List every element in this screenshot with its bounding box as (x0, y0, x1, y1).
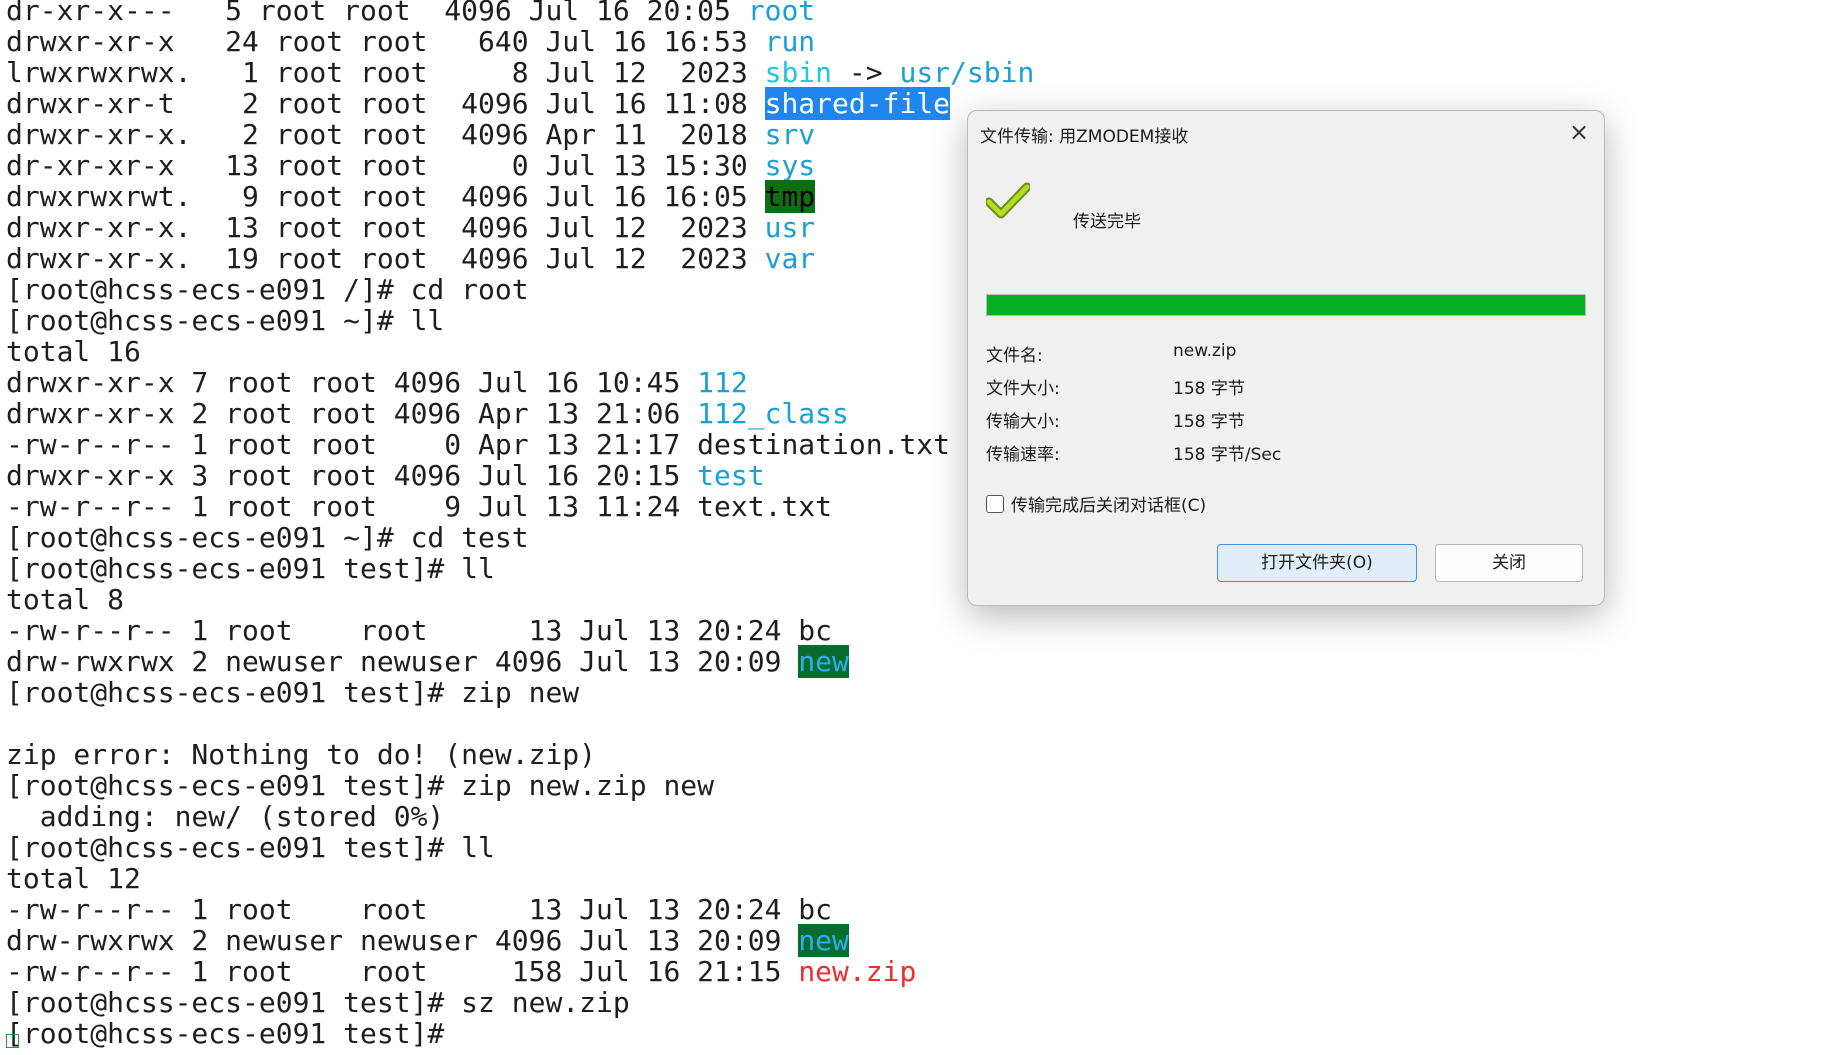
transfer-size-label: 传输大小: (986, 412, 1060, 432)
terminal-entry-name: new (798, 645, 849, 678)
dialog-titlebar[interactable]: 文件传输: 用ZMODEM接收 × (968, 111, 1604, 153)
terminal-text: [root@hcss-ecs-e091 test]# (6, 1017, 445, 1050)
terminal-text: [root@hcss-ecs-e091 test]# ll (6, 831, 495, 864)
file-name-value: new.zip (1173, 341, 1237, 361)
terminal-line: adding: new/ (stored 0%) (6, 801, 1839, 832)
checkmark-icon (986, 182, 1030, 219)
terminal-cursor (6, 1034, 19, 1048)
auto-close-checkbox[interactable] (986, 494, 1004, 513)
file-size-label: 文件大小: (986, 379, 1060, 399)
terminal-line: dr-xr-x--- 5 root root 4096 Jul 16 20:05… (6, 0, 1839, 26)
terminal-text: -> (832, 56, 900, 89)
terminal-line: total 12 (6, 863, 1839, 894)
terminal-text: -rw-r--r-- 1 root root 158 Jul 16 21:15 (6, 955, 799, 988)
terminal-text: [root@hcss-ecs-e091 test]# zip new.zip n… (6, 769, 715, 802)
terminal-entry-name: var (764, 242, 816, 275)
terminal-text: dr-xr-x--- 5 root root 4096 Jul 16 20:05 (6, 0, 748, 27)
terminal-text: adding: new/ (stored 0%) (6, 800, 445, 833)
terminal-text: [root@hcss-ecs-e091 test]# ll (6, 552, 495, 585)
terminal-entry-name: new.zip (798, 955, 917, 988)
terminal-line: drw-rwxrwx 2 newuser newuser 4096 Jul 13… (6, 924, 1839, 957)
terminal-text: lrwxrwxrwx. 1 root root 8 Jul 12 2023 (6, 56, 765, 89)
transfer-rate-label: 传输速率: (986, 445, 1060, 465)
terminal-text: drwxr-xr-x. 19 root root 4096 Jul 12 202… (6, 242, 765, 275)
terminal-text: drwxr-xr-x. 2 root root 4096 Apr 11 2018 (6, 118, 765, 151)
terminal-text: drwxr-xr-x 24 root root 640 Jul 16 16:53 (6, 25, 765, 58)
terminal-text: -rw-r--r-- 1 root root 13 Jul 13 20:24 b… (6, 614, 833, 647)
terminal-text: drwxr-xr-x. 13 root root 4096 Jul 12 202… (6, 211, 765, 244)
terminal-text: drw-rwxrwx 2 newuser newuser 4096 Jul 13… (6, 645, 799, 678)
terminal-entry-name: test (697, 459, 765, 492)
terminal-line: -rw-r--r-- 1 root root 13 Jul 13 20:24 b… (6, 894, 1839, 925)
transfer-size-value: 158 字节 (1173, 412, 1245, 432)
terminal-text: drwxr-xr-x 2 root root 4096 Apr 13 21:06 (6, 397, 698, 430)
terminal-text: -rw-r--r-- 1 root root 0 Apr 13 21:17 de… (6, 428, 951, 461)
terminal-text: total 8 (6, 583, 125, 616)
auto-close-option[interactable]: 传输完成后关闭对话框(C) (986, 491, 1206, 516)
terminal-text: [root@hcss-ecs-e091 ~]# ll (6, 304, 445, 337)
terminal-line: [root@hcss-ecs-e091 test]# (6, 1018, 1839, 1049)
terminal-text: [root@hcss-ecs-e091 ~]# cd test (6, 521, 529, 554)
terminal-line: [root@hcss-ecs-e091 test]# sz new.zip (6, 987, 1839, 1018)
terminal-text: drwxr-xr-x 3 root root 4096 Jul 16 20:15 (6, 459, 698, 492)
terminal-line: -rw-r--r-- 1 root root 158 Jul 16 21:15 … (6, 956, 1839, 987)
terminal-entry-name: run (764, 25, 816, 58)
terminal-entry-name: usr (764, 211, 816, 244)
terminal-text: drwxr-xr-x 7 root root 4096 Jul 16 10:45 (6, 366, 698, 399)
zmodem-receive-dialog: 文件传输: 用ZMODEM接收 × 传送完毕 文件名: new.zip 文件大小… (967, 110, 1605, 606)
transfer-status: 传送完毕 (1073, 212, 1141, 232)
terminal-text: total 16 (6, 335, 141, 368)
terminal-entry-name: root (747, 0, 816, 27)
terminal-line: [root@hcss-ecs-e091 test]# zip new.zip n… (6, 770, 1839, 801)
terminal-text: [root@hcss-ecs-e091 test]# zip new (6, 676, 580, 709)
terminal-text: dr-xr-xr-x 13 root root 0 Jul 13 15:30 (6, 149, 765, 182)
open-folder-button[interactable]: 打开文件夹(O) (1217, 544, 1417, 582)
transfer-rate-value: 158 字节/Sec (1173, 445, 1282, 465)
terminal-text: total 12 (6, 862, 141, 895)
terminal-entry-name: sbin (764, 56, 833, 89)
terminal-entry-name: sys (764, 149, 816, 182)
terminal-line: drwxr-xr-x 24 root root 640 Jul 16 16:53… (6, 26, 1839, 57)
close-button[interactable]: 关闭 (1435, 544, 1583, 582)
terminal-text: drwxr-xr-t 2 root root 4096 Jul 16 11:08 (6, 87, 765, 120)
terminal-entry-name: 112_class (697, 397, 849, 430)
dialog-title: 文件传输: 用ZMODEM接收 (980, 127, 1189, 147)
terminal-text: -rw-r--r-- 1 root root 13 Jul 13 20:24 b… (6, 893, 833, 926)
terminal-entry-name: new (798, 924, 849, 957)
terminal-line: [root@hcss-ecs-e091 test]# zip new (6, 677, 1839, 708)
terminal-line: [root@hcss-ecs-e091 test]# ll (6, 832, 1839, 863)
terminal-line: zip error: Nothing to do! (new.zip) (6, 739, 1839, 770)
close-icon[interactable]: × (1564, 117, 1594, 147)
terminal-line: -rw-r--r-- 1 root root 13 Jul 13 20:24 b… (6, 615, 1839, 646)
terminal-text: drwxrwxrwt. 9 root root 4096 Jul 16 16:0… (6, 180, 765, 213)
terminal-text: [root@hcss-ecs-e091 test]# sz new.zip (6, 986, 630, 1019)
terminal-entry-name: usr/sbin (899, 56, 1035, 89)
terminal-entry-name: 112 (697, 366, 748, 399)
file-name-label: 文件名: (986, 346, 1043, 366)
terminal-text: -rw-r--r-- 1 root root 9 Jul 13 11:24 te… (6, 490, 833, 523)
terminal-text: [root@hcss-ecs-e091 /]# cd root (6, 273, 529, 306)
progress-fill (987, 295, 1585, 315)
auto-close-label[interactable]: 传输完成后关闭对话框(C) (1011, 491, 1206, 516)
terminal-entry-name: srv (764, 118, 816, 151)
file-size-value: 158 字节 (1173, 379, 1245, 399)
terminal-line: lrwxrwxrwx. 1 root root 8 Jul 12 2023 sb… (6, 57, 1839, 88)
terminal-entry-name: tmp (764, 180, 816, 213)
terminal-line: drw-rwxrwx 2 newuser newuser 4096 Jul 13… (6, 645, 1839, 678)
terminal-text: zip error: Nothing to do! (new.zip) (6, 738, 597, 771)
terminal-text: drw-rwxrwx 2 newuser newuser 4096 Jul 13… (6, 924, 799, 957)
progress-bar (986, 294, 1586, 316)
terminal-entry-name: shared-file (764, 87, 951, 120)
